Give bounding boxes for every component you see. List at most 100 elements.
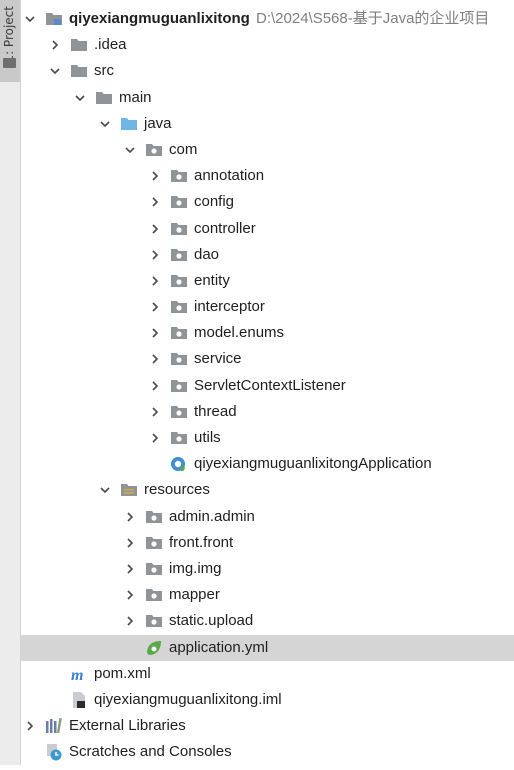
scratches-icon bbox=[45, 743, 63, 761]
tree-item[interactable]: java bbox=[20, 111, 514, 137]
tree-item[interactable]: model.enums bbox=[20, 320, 514, 346]
package-icon bbox=[170, 403, 188, 421]
chevron-right-icon[interactable] bbox=[148, 294, 162, 320]
tree-item[interactable]: service bbox=[20, 346, 514, 372]
chevron-right-icon[interactable] bbox=[148, 373, 162, 399]
tree-item[interactable]: thread bbox=[20, 399, 514, 425]
tree-item[interactable]: admin.admin bbox=[20, 504, 514, 530]
tree-item[interactable]: ServletContextListener bbox=[20, 373, 514, 399]
tree-item-label: thread bbox=[194, 402, 237, 420]
project-tool-tab[interactable]: 1: Project bbox=[0, 0, 20, 82]
chevron-down-icon[interactable] bbox=[73, 85, 87, 111]
tree-item[interactable]: main bbox=[20, 85, 514, 111]
package-icon bbox=[145, 141, 163, 159]
source-folder-icon bbox=[120, 115, 138, 133]
tree-item[interactable]: resources bbox=[20, 477, 514, 503]
chevron-right-icon[interactable] bbox=[148, 320, 162, 346]
project-tree[interactable]: qiyexiangmuguanlixitong D:\2024\S568-基于Ja… bbox=[20, 6, 514, 765]
chevron-right-icon[interactable] bbox=[148, 163, 162, 189]
package-icon bbox=[145, 508, 163, 526]
tree-item[interactable]: qiyexiangmuguanlixitongApplication bbox=[20, 451, 514, 477]
tree-item[interactable]: .idea bbox=[20, 32, 514, 58]
tree-item[interactable]: static.upload bbox=[20, 608, 514, 634]
tree-item[interactable]: controller bbox=[20, 216, 514, 242]
tree-item[interactable]: interceptor bbox=[20, 294, 514, 320]
tree-item-label: model.enums bbox=[194, 324, 285, 342]
package-icon bbox=[170, 220, 188, 238]
tree-item-label: utils bbox=[194, 429, 221, 446]
tree-item[interactable]: com bbox=[20, 137, 514, 163]
tree-item[interactable]: qiyexiangmuguanlixitong D:\2024\S568-基于Ja… bbox=[20, 6, 514, 32]
tree-item[interactable]: src bbox=[20, 58, 514, 84]
tree-item-label: qiyexiangmuguanlixitong bbox=[69, 10, 250, 27]
chevron-right-icon[interactable] bbox=[123, 530, 137, 556]
tree-item-label: mapper bbox=[169, 586, 220, 604]
tree-item[interactable]: External Libraries bbox=[20, 713, 514, 739]
chevron-right-icon[interactable] bbox=[148, 346, 162, 372]
tree-item[interactable]: front.front bbox=[20, 530, 514, 556]
spring-config-icon bbox=[145, 639, 163, 657]
tree-item[interactable]: mapper bbox=[20, 582, 514, 608]
folder-icon bbox=[70, 36, 88, 54]
iml-file-icon bbox=[70, 691, 88, 709]
tree-item-label: main bbox=[119, 88, 152, 106]
tree-item-label: Scratches and Consoles bbox=[69, 743, 232, 761]
spring-app-class-icon bbox=[170, 455, 188, 473]
tree-item-label: application.yml bbox=[169, 638, 269, 656]
tree-item-label: qiyexiangmuguanlixitongApplication bbox=[194, 455, 432, 473]
chevron-down-icon[interactable] bbox=[98, 477, 112, 503]
tree-item-label: annotation bbox=[194, 167, 265, 185]
tree-item[interactable]: annotation bbox=[20, 163, 514, 189]
tree-item[interactable]: Scratches and Consoles bbox=[20, 739, 514, 765]
package-icon bbox=[145, 612, 163, 630]
package-icon bbox=[170, 246, 188, 264]
chevron-right-icon[interactable] bbox=[123, 504, 137, 530]
chevron-right-icon[interactable] bbox=[148, 399, 162, 425]
package-icon bbox=[170, 193, 188, 211]
chevron-right-icon[interactable] bbox=[148, 425, 162, 451]
chevron-down-icon[interactable] bbox=[48, 58, 62, 84]
tree-item[interactable]: utils bbox=[20, 425, 514, 451]
libraries-icon bbox=[45, 717, 63, 735]
chevron-right-icon[interactable] bbox=[148, 216, 162, 242]
package-icon bbox=[145, 534, 163, 552]
package-icon bbox=[170, 350, 188, 368]
tree-item[interactable]: application.yml bbox=[20, 634, 514, 661]
folder-icon bbox=[95, 89, 113, 107]
tree-item-label: qiyexiangmuguanlixitong.iml bbox=[94, 690, 282, 708]
chevron-right-icon[interactable] bbox=[48, 32, 62, 58]
tree-item-label: dao bbox=[194, 245, 220, 263]
chevron-down-icon[interactable] bbox=[23, 6, 37, 32]
tree-item[interactable]: entity bbox=[20, 268, 514, 294]
chevron-right-icon[interactable] bbox=[148, 189, 162, 215]
tree-item-label: ServletContextListener bbox=[194, 376, 346, 394]
tree-item-label: src bbox=[94, 62, 114, 80]
tree-item[interactable]: img.img bbox=[20, 556, 514, 582]
chevron-down-icon[interactable] bbox=[123, 137, 137, 163]
tree-item-label: resources bbox=[144, 481, 210, 499]
folder-icon bbox=[70, 62, 88, 80]
module-path: D:\2024\S568-基于Java的企业项目 bbox=[256, 10, 490, 27]
tree-item[interactable]: dao bbox=[20, 242, 514, 268]
chevron-right-icon[interactable] bbox=[148, 268, 162, 294]
package-icon bbox=[170, 167, 188, 185]
tree-item-label: .idea bbox=[94, 36, 127, 54]
chevron-right-icon[interactable] bbox=[123, 556, 137, 582]
tree-item-label: img.img bbox=[169, 559, 222, 577]
tree-item-label: admin.admin bbox=[169, 507, 255, 525]
tree-item[interactable]: m pom.xml bbox=[20, 661, 514, 687]
tree-item[interactable]: config bbox=[20, 189, 514, 215]
chevron-right-icon[interactable] bbox=[123, 608, 137, 634]
svg-text:m: m bbox=[71, 667, 83, 683]
tree-item-label: pom.xml bbox=[94, 664, 151, 682]
module-folder-icon bbox=[45, 10, 63, 28]
tree-item-label: interceptor bbox=[194, 298, 265, 316]
chevron-right-icon[interactable] bbox=[148, 242, 162, 268]
maven-icon: m bbox=[70, 665, 88, 684]
chevron-right-icon[interactable] bbox=[123, 582, 137, 608]
tree-item[interactable]: qiyexiangmuguanlixitong.iml bbox=[20, 687, 514, 713]
chevron-right-icon[interactable] bbox=[23, 713, 37, 739]
package-icon bbox=[170, 429, 188, 447]
chevron-down-icon[interactable] bbox=[98, 111, 112, 137]
tree-item-label: java bbox=[144, 114, 172, 132]
